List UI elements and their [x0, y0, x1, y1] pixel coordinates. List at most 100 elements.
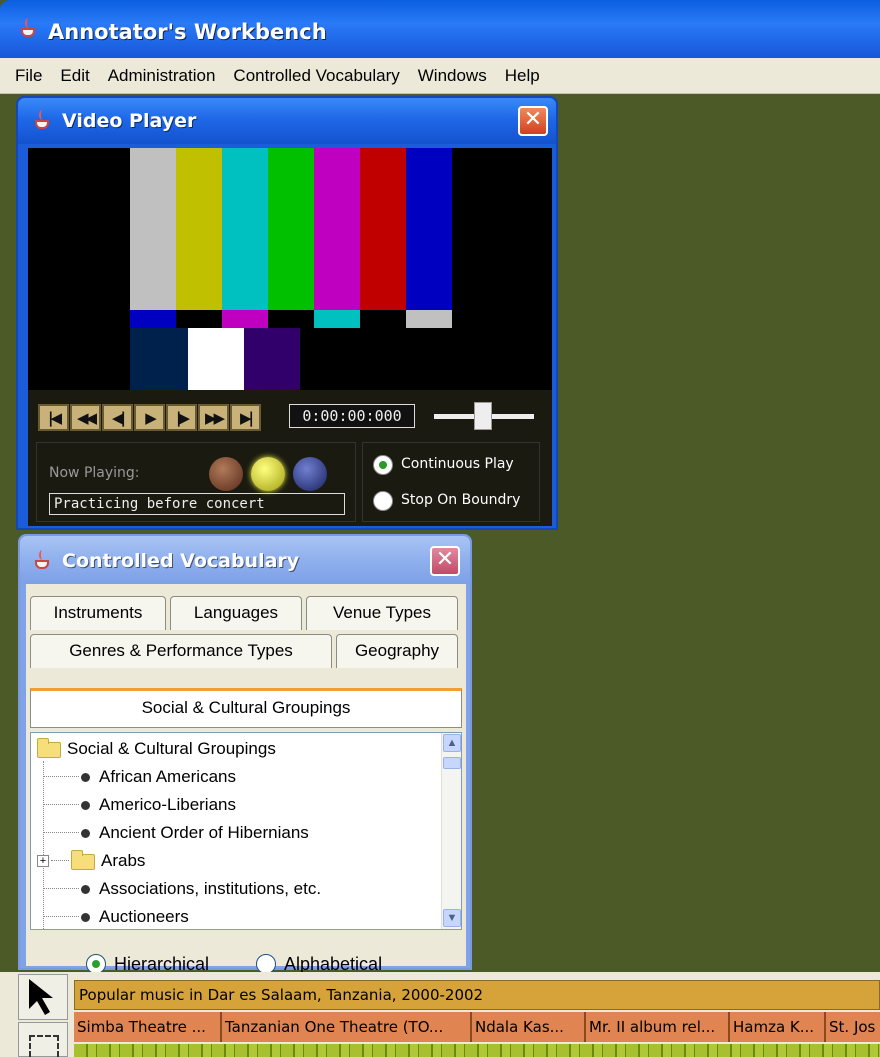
video-player-titlebar[interactable]: Video Player ✕ [18, 98, 556, 144]
color-bar [406, 310, 452, 328]
color-bar [268, 148, 314, 310]
tree-item-african-americans[interactable]: African Americans [31, 763, 439, 791]
now-playing-panel: Now Playing: Practicing before concert [36, 442, 356, 522]
color-bar [314, 310, 360, 328]
timeline-track-markers[interactable] [74, 1044, 880, 1057]
app-title: Annotator's Workbench [48, 20, 327, 44]
blue-indicator-icon [293, 457, 327, 491]
skip-end-button[interactable]: ▶| [230, 404, 261, 431]
open-folder-icon [37, 738, 61, 758]
menu-edit[interactable]: Edit [51, 66, 98, 86]
tree-scrollbar[interactable]: ▲ ▼ [441, 733, 461, 929]
menu-administration[interactable]: Administration [99, 66, 225, 86]
tree-item-label: Arabs [101, 851, 146, 870]
fast-forward-button[interactable]: ▶▶ [198, 404, 229, 431]
annotation-timeline: Popular music in Dar es Salaam, Tanzania… [0, 972, 880, 1057]
color-bar [130, 328, 188, 390]
tab-instruments[interactable]: Instruments [30, 596, 166, 630]
step-forward-icon: |▶ [175, 408, 190, 427]
controlled-vocabulary-window: Controlled Vocabulary ✕ Instruments Lang… [18, 534, 472, 974]
video-display [28, 148, 552, 390]
scroll-thumb[interactable] [443, 757, 461, 769]
menu-help[interactable]: Help [496, 66, 549, 86]
app-window: Annotator's Workbench File Edit Administ… [0, 0, 880, 1057]
tree-item-associations[interactable]: Associations, institutions, etc. [31, 875, 439, 903]
tree-item-arabs[interactable]: + Arabs [31, 847, 439, 875]
tree-item-auctioneers[interactable]: Auctioneers [31, 903, 439, 931]
app-titlebar[interactable]: Annotator's Workbench [0, 0, 880, 58]
color-bar [244, 328, 300, 390]
timeline-segment[interactable]: Simba Theatre ... [74, 1012, 222, 1042]
leaf-bullet-icon [81, 829, 90, 838]
now-playing-label: Now Playing: [49, 465, 140, 481]
hierarchical-radio[interactable] [86, 954, 106, 974]
color-bar [176, 148, 222, 310]
color-bar [222, 310, 268, 328]
color-bar [188, 328, 244, 390]
close-icon[interactable]: ✕ [518, 106, 548, 136]
controlled-vocabulary-body: Instruments Languages Venue Types Genres… [26, 584, 466, 974]
step-back-button[interactable]: ◀| [102, 404, 133, 431]
timeline-segment[interactable]: Mr. II album rel... [586, 1012, 730, 1042]
tree-item-label: Associations, institutions, etc. [99, 879, 322, 898]
volume-slider-knob[interactable] [474, 402, 492, 430]
play-button[interactable]: ▶ [134, 404, 165, 431]
menu-file[interactable]: File [6, 66, 51, 86]
timeline-segment[interactable]: St. Jos [826, 1012, 880, 1042]
fast-forward-icon: ▶▶ [204, 408, 225, 427]
timeline-segment[interactable]: Tanzanian One Theatre (TO... [222, 1012, 472, 1042]
play-mode-panel: Continuous Play Stop On Boundry [362, 442, 540, 522]
now-playing-field: Practicing before concert [49, 493, 345, 515]
menu-windows[interactable]: Windows [409, 66, 496, 86]
timeline-segment[interactable]: Ndala Kas... [472, 1012, 586, 1042]
pointer-tool-button[interactable] [18, 974, 68, 1020]
timeline-track-collection[interactable]: Popular music in Dar es Salaam, Tanzania… [74, 980, 880, 1010]
leaf-bullet-icon [81, 773, 90, 782]
skip-start-button[interactable]: |◀ [38, 404, 69, 431]
color-bar [130, 310, 176, 328]
tab-social-cultural-groupings[interactable]: Social & Cultural Groupings [30, 688, 462, 728]
tree-item-label: African Americans [99, 767, 236, 786]
color-bar [130, 148, 176, 310]
continuous-play-label: Continuous Play [401, 456, 514, 472]
tab-languages[interactable]: Languages [170, 596, 302, 630]
step-back-icon: ◀| [111, 408, 126, 427]
scroll-down-icon[interactable]: ▼ [443, 909, 461, 927]
stop-on-boundry-radio[interactable] [373, 491, 393, 511]
tree-item-americo-liberians[interactable]: Americo-Liberians [31, 791, 439, 819]
rewind-icon: ◀◀ [76, 408, 97, 427]
tab-geography[interactable]: Geography [336, 634, 458, 668]
close-icon[interactable]: ✕ [430, 546, 460, 576]
timeline-segment[interactable]: Hamza K... [730, 1012, 826, 1042]
leaf-bullet-icon [81, 913, 90, 922]
color-bar [360, 148, 406, 310]
menu-controlled-vocabulary[interactable]: Controlled Vocabulary [224, 66, 408, 86]
scroll-up-icon[interactable]: ▲ [443, 734, 461, 752]
skip-end-icon: ▶| [239, 408, 254, 427]
tree-root-row[interactable]: Social & Cultural Groupings [31, 735, 439, 763]
player-controls: |◀ ◀◀ ◀| ▶ |▶ ▶▶ ▶| 0:00:00:000 Now Play… [28, 390, 552, 526]
tree-root-label: Social & Cultural Groupings [67, 739, 276, 758]
yellow-indicator-icon [251, 457, 285, 491]
continuous-play-radio[interactable] [373, 455, 393, 475]
alphabetical-radio[interactable] [256, 954, 276, 974]
color-bar [314, 148, 360, 310]
vocabulary-tree: Social & Cultural Groupings African Amer… [30, 732, 462, 930]
rewind-button[interactable]: ◀◀ [70, 404, 101, 431]
controlled-vocabulary-titlebar[interactable]: Controlled Vocabulary ✕ [20, 536, 470, 584]
tab-venue-types[interactable]: Venue Types [306, 596, 458, 630]
folder-icon [71, 850, 95, 870]
tree-item-label: Americo-Liberians [99, 795, 236, 814]
leaf-bullet-icon [81, 801, 90, 810]
play-icon: ▶ [145, 408, 156, 427]
tab-genres-performance-types[interactable]: Genres & Performance Types [30, 634, 332, 668]
tree-item-ancient-order-of-hibernians[interactable]: Ancient Order of Hibernians [31, 819, 439, 847]
expand-plus-icon[interactable]: + [37, 855, 49, 867]
step-forward-button[interactable]: |▶ [166, 404, 197, 431]
brown-indicator-icon [209, 457, 243, 491]
java-cup-icon [32, 550, 54, 572]
color-bar [406, 148, 452, 310]
video-player-title: Video Player [62, 110, 197, 132]
marquee-tool-button[interactable] [18, 1022, 68, 1057]
java-cup-icon [32, 110, 54, 132]
